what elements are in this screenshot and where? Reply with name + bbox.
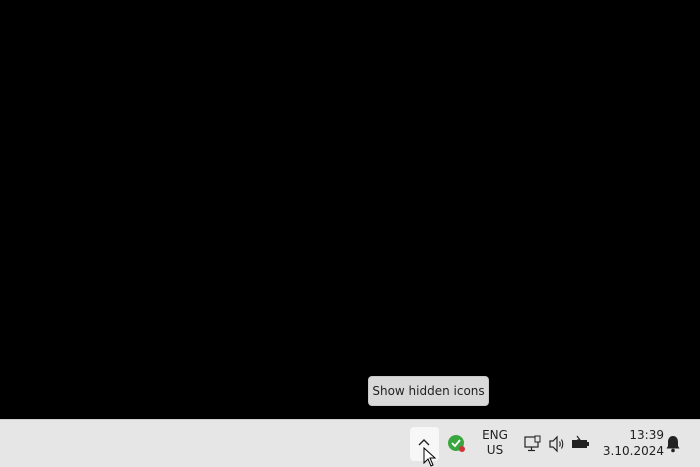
show-hidden-icons-tooltip: Show hidden icons (368, 376, 489, 406)
desktop-background (0, 0, 700, 419)
battery-charging-icon[interactable] (571, 435, 591, 453)
language-code: ENG (482, 428, 508, 442)
language-region: US (486, 443, 504, 457)
taskbar: ENG US 13:39 3.10.2024 (0, 419, 700, 467)
security-shield-icon[interactable] (447, 434, 467, 454)
clock-time: 13:39 (629, 428, 664, 442)
mouse-cursor-icon (423, 447, 437, 467)
network-icon[interactable] (524, 435, 542, 453)
speaker-icon[interactable] (548, 435, 566, 453)
clock-date: 3.10.2024 (602, 444, 664, 458)
language-indicator[interactable]: ENG US (478, 428, 512, 460)
bell-icon[interactable] (665, 435, 681, 453)
clock[interactable]: 13:39 3.10.2024 (598, 427, 664, 461)
chevron-up-icon (418, 439, 430, 446)
